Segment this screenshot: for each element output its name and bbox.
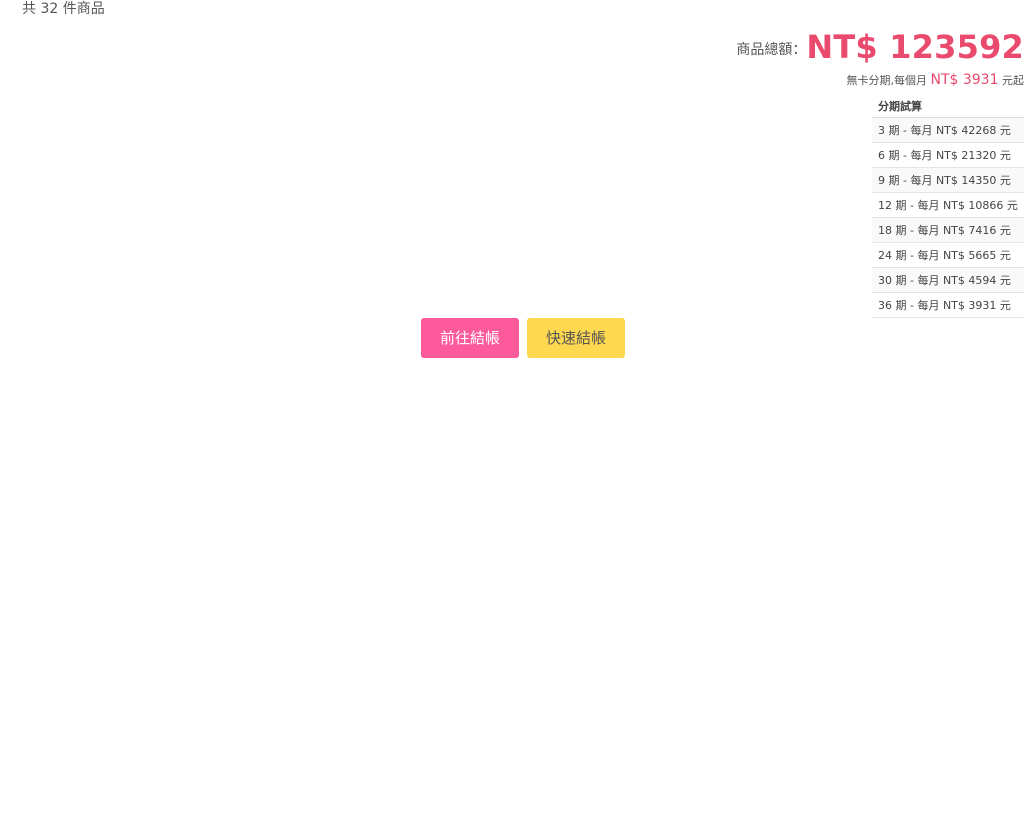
installment-note-suffix: 元起 xyxy=(1002,74,1024,87)
installment-note-prefix: 無卡分期,每個月 xyxy=(846,74,927,87)
cart-item-count: 共 32 件商品 xyxy=(22,1,105,17)
cart-total: 商品總額：NT$ 123592 xyxy=(736,28,1024,66)
installment-row-text: 30 期 - 每月 NT$ 4594 元 xyxy=(872,267,1024,293)
installment-table: 分期試算 3 期 - 每月 NT$ 42268 元 6 期 - 每月 NT$ 2… xyxy=(872,94,1024,318)
installment-row-text: 24 期 - 每月 NT$ 5665 元 xyxy=(872,242,1024,268)
total-amount: NT$ 123592 xyxy=(806,28,1024,66)
installment-row: 36 期 - 每月 NT$ 3931 元 xyxy=(872,292,1024,318)
installment-row: 18 期 - 每月 NT$ 7416 元 xyxy=(872,217,1024,243)
installment-row-text: 36 期 - 每月 NT$ 3931 元 xyxy=(872,292,1024,318)
installment-row: 3 期 - 每月 NT$ 42268 元 xyxy=(872,117,1024,143)
installment-row: 24 期 - 每月 NT$ 5665 元 xyxy=(872,242,1024,268)
installment-row: 9 期 - 每月 NT$ 14350 元 xyxy=(872,167,1024,193)
checkout-button[interactable]: 前往結帳 xyxy=(421,318,519,358)
installment-row-text: 12 期 - 每月 NT$ 10866 元 xyxy=(872,192,1024,218)
installment-row-text: 3 期 - 每月 NT$ 42268 元 xyxy=(872,117,1024,143)
installment-row: 6 期 - 每月 NT$ 21320 元 xyxy=(872,142,1024,168)
quick-checkout-button[interactable]: 快速結帳 xyxy=(527,318,625,358)
installment-note-amount: NT$ 3931 xyxy=(930,72,999,88)
installment-table-header: 分期試算 xyxy=(872,94,1024,118)
total-label: 商品總額： xyxy=(736,42,807,58)
installment-row-text: 6 期 - 每月 NT$ 21320 元 xyxy=(872,142,1024,168)
installment-row-text: 18 期 - 每月 NT$ 7416 元 xyxy=(872,217,1024,243)
installment-row: 12 期 - 每月 NT$ 10866 元 xyxy=(872,192,1024,218)
installment-table-header-row: 分期試算 xyxy=(872,94,1024,118)
installment-row-text: 9 期 - 每月 NT$ 14350 元 xyxy=(872,167,1024,193)
installment-row: 30 期 - 每月 NT$ 4594 元 xyxy=(872,267,1024,293)
installment-note: 無卡分期,每個月 NT$ 3931 元起 xyxy=(846,72,1024,88)
